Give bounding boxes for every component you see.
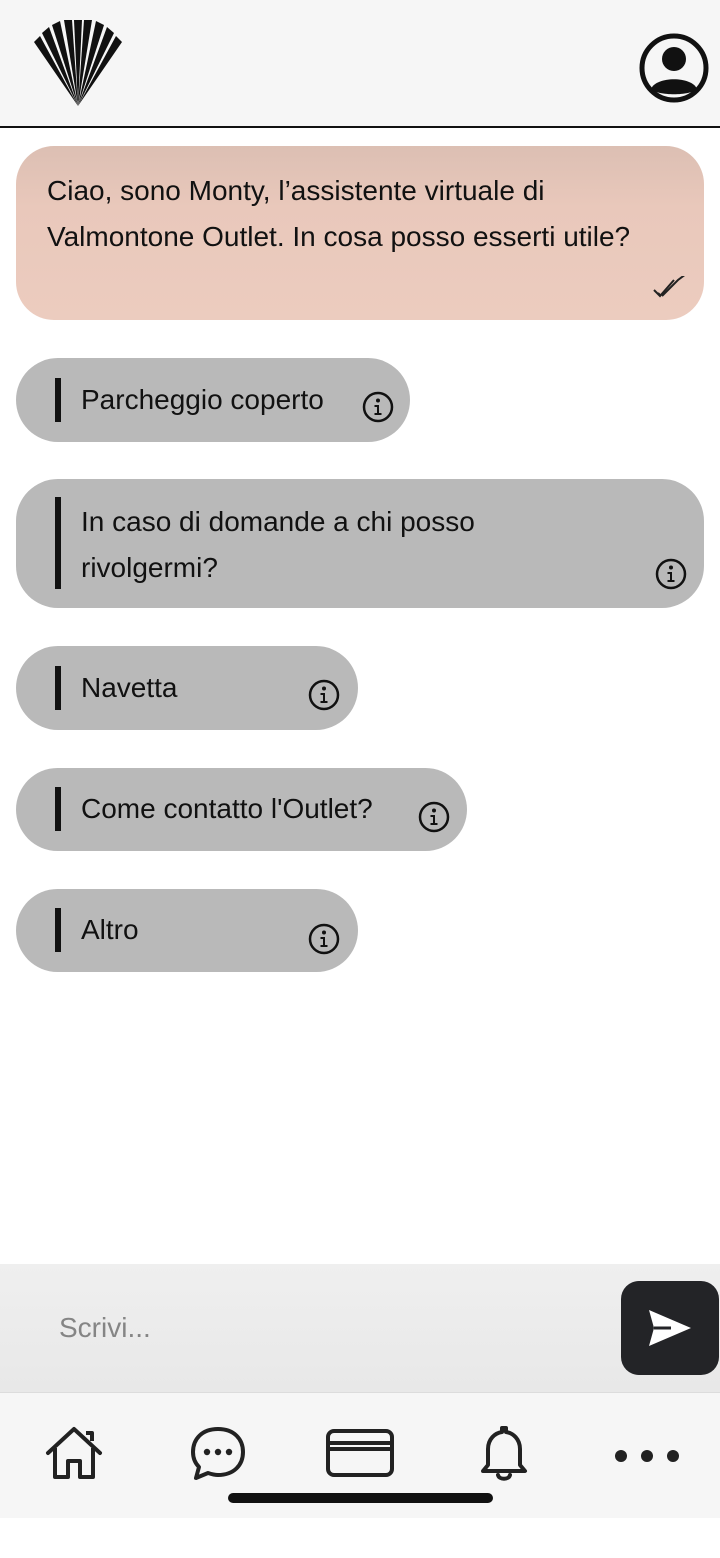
- option-contatto-outlet[interactable]: Come contatto l'Outlet?: [16, 768, 467, 851]
- option-label: Parcheggio coperto: [81, 384, 324, 415]
- home-icon: [46, 1427, 102, 1479]
- nav-home[interactable]: [42, 1421, 112, 1485]
- valmontone-logo-icon[interactable]: [28, 16, 128, 108]
- double-check-icon: [653, 276, 685, 298]
- option-altro[interactable]: Altro: [16, 889, 358, 972]
- info-icon[interactable]: [655, 558, 687, 590]
- nav-chat[interactable]: [186, 1421, 256, 1485]
- app-header: [0, 0, 720, 128]
- send-button[interactable]: [621, 1281, 719, 1375]
- info-icon[interactable]: [362, 391, 394, 423]
- option-navetta[interactable]: Navetta: [16, 646, 358, 730]
- home-indicator: [228, 1493, 493, 1503]
- option-bar: [55, 378, 61, 422]
- bot-message-bubble: Ciao, sono Monty, l’assistente virtuale …: [16, 146, 704, 320]
- option-label: Come contatto l'Outlet?: [81, 793, 373, 824]
- chat-page: Ciao, sono Monty, l’assistente virtuale …: [0, 0, 720, 1558]
- user-profile-icon[interactable]: [638, 32, 710, 104]
- bell-icon: [481, 1426, 527, 1481]
- card-icon: [326, 1429, 394, 1477]
- bot-message-text: Ciao, sono Monty, l’assistente virtuale …: [47, 175, 631, 252]
- info-icon[interactable]: [308, 923, 340, 955]
- send-arrow-icon: [649, 1310, 691, 1346]
- chat-area[interactable]: Ciao, sono Monty, l’assistente virtuale …: [0, 128, 720, 1264]
- option-bar: [55, 497, 61, 589]
- option-bar: [55, 908, 61, 952]
- nav-card[interactable]: [325, 1421, 395, 1485]
- option-label: In caso di domande a chi posso rivolgerm…: [81, 506, 475, 583]
- chat-bubble-icon: [191, 1427, 245, 1480]
- option-parcheggio-coperto[interactable]: Parcheggio coperto: [16, 358, 410, 442]
- nav-more[interactable]: [612, 1421, 682, 1485]
- option-bar: [55, 787, 61, 831]
- message-input[interactable]: [0, 1264, 610, 1392]
- nav-notifications[interactable]: [472, 1421, 542, 1485]
- more-dots-icon: [615, 1450, 679, 1462]
- message-composer: [0, 1264, 720, 1393]
- option-label: Altro: [81, 914, 139, 945]
- bottom-navigation: [0, 1393, 720, 1518]
- info-icon[interactable]: [308, 679, 340, 711]
- option-label: Navetta: [81, 672, 178, 703]
- option-domande[interactable]: In caso di domande a chi posso rivolgerm…: [16, 479, 704, 608]
- bottom-safe-area: [0, 1518, 720, 1558]
- info-icon[interactable]: [418, 801, 450, 833]
- option-bar: [55, 666, 61, 710]
